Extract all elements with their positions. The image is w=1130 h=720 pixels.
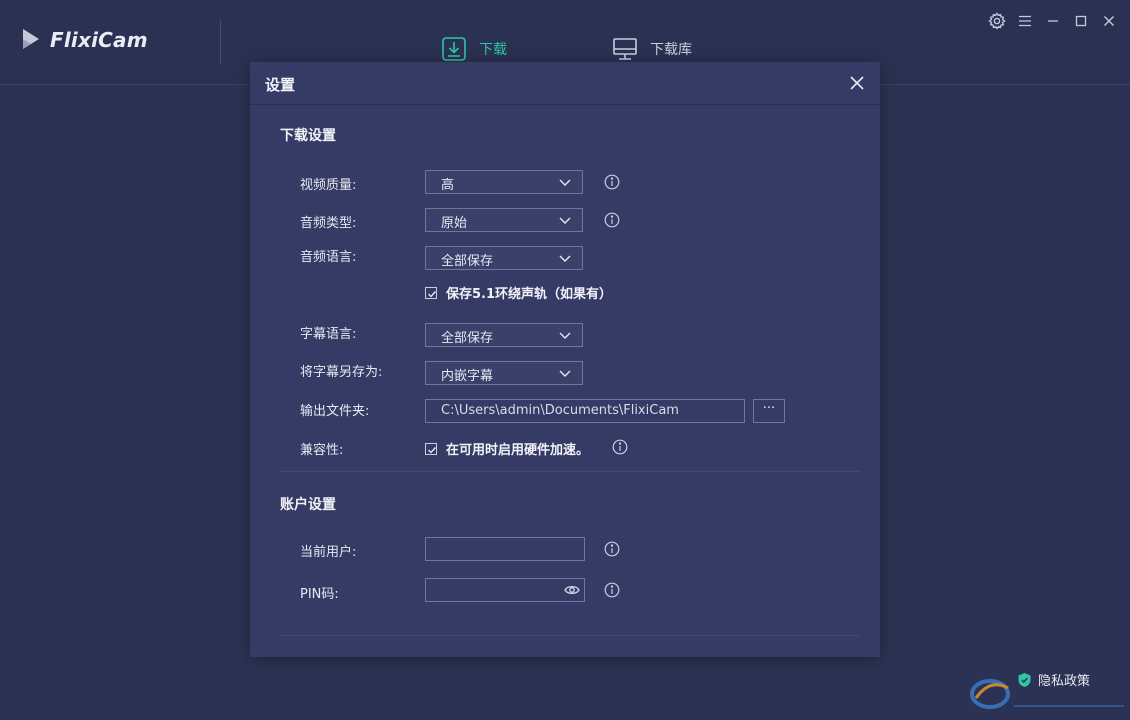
dialog-header: 设置 (250, 62, 880, 105)
eye-icon[interactable] (564, 583, 580, 597)
close-window-button[interactable] (1095, 11, 1123, 31)
gear-icon (988, 12, 1006, 30)
download-icon (441, 36, 467, 62)
flixicam-logo-icon (23, 29, 39, 49)
section-divider (280, 471, 860, 472)
chevron-down-icon (559, 217, 571, 224)
info-icon[interactable] (604, 582, 620, 598)
chevron-down-icon (559, 332, 571, 339)
close-icon (850, 76, 864, 90)
checkbox-checked[interactable] (425, 286, 437, 299)
info-icon[interactable] (604, 174, 620, 190)
output-folder-label: 输出文件夹: (300, 404, 370, 419)
hardware-acceleration-label: 在可用时启用硬件加速。 (446, 443, 590, 458)
menu-button[interactable] (1011, 11, 1039, 31)
dialog-close-button[interactable] (848, 74, 866, 92)
hardware-acceleration-checkbox[interactable]: 在可用时启用硬件加速。 (425, 439, 589, 458)
maximize-button[interactable] (1067, 11, 1095, 31)
output-folder-value: C:\Users\admin\Documents\FlixiCam (441, 403, 679, 418)
app-window: FlixiCam 下载 下载库 设置 下载设置 视频质量: 高 音频类型: 原始… (0, 0, 1130, 720)
audio-language-value: 全部保存 (441, 254, 494, 269)
audio-type-label: 音频类型: (300, 216, 357, 231)
header-divider (220, 20, 221, 64)
audio-type-select[interactable]: 原始 (425, 208, 583, 232)
subtitle-language-value: 全部保存 (441, 331, 494, 346)
privacy-policy-label: 隐私政策 (1038, 674, 1091, 689)
pin-input[interactable] (425, 578, 585, 602)
pin-label: PIN码: (300, 587, 339, 602)
settings-button[interactable] (983, 11, 1011, 31)
maximize-icon (1075, 15, 1087, 27)
video-quality-select[interactable]: 高 (425, 170, 583, 194)
save-subtitle-as-label: 将字幕另存为: (300, 365, 383, 380)
minimize-icon (1048, 20, 1058, 22)
section-divider (280, 635, 860, 636)
current-user-input[interactable] (425, 537, 585, 561)
tab-download-label: 下载 (479, 42, 507, 58)
subtitle-language-label: 字幕语言: (300, 327, 357, 342)
chevron-down-icon (559, 370, 571, 377)
video-quality-label: 视频质量: (300, 178, 357, 193)
audio-type-value: 原始 (441, 216, 468, 231)
output-folder-input[interactable]: C:\Users\admin\Documents\FlixiCam (425, 399, 745, 423)
current-user-label: 当前用户: (300, 545, 357, 560)
shield-icon (1018, 672, 1031, 687)
settings-dialog: 设置 下载设置 视频质量: 高 音频类型: 原始 音频语言: 全部保存 保存5.… (250, 62, 880, 657)
save-subtitle-as-value: 内嵌字幕 (441, 369, 494, 384)
window-controls (983, 11, 1123, 31)
tab-library-label: 下载库 (650, 42, 692, 58)
video-quality-value: 高 (441, 178, 455, 193)
browse-folder-button[interactable]: ··· (753, 399, 785, 423)
checkbox-checked[interactable] (425, 442, 437, 455)
audio-language-label: 音频语言: (300, 250, 357, 265)
chevron-down-icon (559, 179, 571, 186)
info-icon[interactable] (604, 541, 620, 557)
close-icon (1104, 16, 1114, 26)
account-settings-title: 账户设置 (280, 497, 336, 513)
tab-download[interactable]: 下载 (441, 36, 507, 62)
info-icon[interactable] (604, 212, 620, 228)
info-icon[interactable] (612, 439, 628, 455)
download-settings-title: 下载设置 (280, 128, 336, 144)
menu-icon (1019, 15, 1031, 27)
tab-library[interactable]: 下载库 (612, 36, 692, 62)
subtitle-language-select[interactable]: 全部保存 (425, 323, 583, 347)
monitor-icon (612, 36, 638, 62)
app-logo: FlixiCam (20, 27, 148, 53)
chevron-down-icon (559, 255, 571, 262)
dialog-title: 设置 (265, 76, 296, 94)
compatibility-label: 兼容性: (300, 443, 344, 458)
minimize-button[interactable] (1039, 11, 1067, 31)
save-subtitle-as-select[interactable]: 内嵌字幕 (425, 361, 583, 385)
privacy-policy-link[interactable]: 隐私政策 (1017, 670, 1090, 689)
audio-language-select[interactable]: 全部保存 (425, 246, 583, 270)
app-name: FlixiCam (50, 28, 148, 52)
save-51-label: 保存5.1环绕声轨（如果有） (446, 287, 613, 302)
save-51-checkbox[interactable]: 保存5.1环绕声轨（如果有） (425, 283, 612, 302)
